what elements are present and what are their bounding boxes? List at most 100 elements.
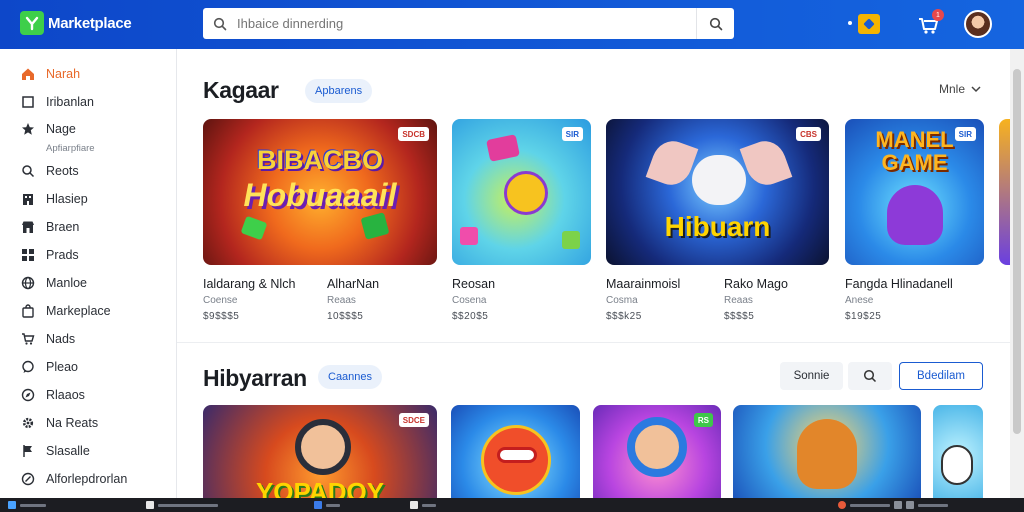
thumbnail-title: BIBACBO xyxy=(257,145,383,175)
sidebar-item-9[interactable]: Markeplace xyxy=(20,303,111,319)
sidebar-item-label: Nads xyxy=(46,332,76,346)
store-icon xyxy=(20,219,36,235)
sidebar: Narah Iribanlan Nage Apfiarpfiare Reots … xyxy=(0,49,177,498)
card-subtitle: Cosma xyxy=(606,295,638,306)
scrollbar[interactable] xyxy=(1010,49,1024,498)
card-title: Reosan xyxy=(452,277,496,291)
character-ear xyxy=(739,135,793,191)
sidebar-item-label: Iribanlan xyxy=(46,95,94,109)
user-avatar[interactable] xyxy=(964,10,992,38)
search-icon xyxy=(20,163,36,179)
thumbnail-subtitle: GAME xyxy=(881,150,948,175)
sidebar-item-10[interactable]: Nads xyxy=(20,331,75,347)
windows-icon xyxy=(8,501,16,509)
taskbar-app[interactable] xyxy=(314,501,340,509)
taskbar-app[interactable] xyxy=(410,501,436,509)
decor-block xyxy=(486,134,520,162)
notification-badge: 1 xyxy=(932,9,944,21)
sidebar-item-label: Nage xyxy=(46,122,76,136)
system-tray[interactable] xyxy=(838,501,948,509)
card-tag: CBS xyxy=(796,127,821,141)
os-taskbar xyxy=(0,498,1024,512)
card-tag: SIR xyxy=(561,127,583,141)
secondary-button[interactable]: Sonnie xyxy=(780,362,843,390)
square-icon xyxy=(20,94,36,110)
sidebar-item-label: Braen xyxy=(46,220,80,234)
search-button[interactable] xyxy=(696,8,734,39)
top-navigation-bar: Marketplace 1 xyxy=(0,0,1024,49)
sidebar-item-8[interactable]: Manloe xyxy=(20,275,87,291)
sidebar-item-3[interactable]: Nage xyxy=(20,121,76,137)
tray-label xyxy=(850,503,890,507)
sidebar-item-label: Alforlepdrorlan xyxy=(46,472,128,486)
section-title: Kagaar xyxy=(203,77,279,103)
sidebar-item-label: Slasalle xyxy=(46,444,90,458)
app-icon xyxy=(146,501,154,509)
taskbar-app[interactable] xyxy=(146,501,218,509)
character-figure xyxy=(692,155,746,205)
sidebar-item-11[interactable]: Pleao xyxy=(20,359,78,375)
app-logo[interactable]: Marketplace xyxy=(20,11,132,35)
bag-icon xyxy=(20,303,36,319)
thumbnail-title: Hibuarn xyxy=(664,211,771,242)
character-figure xyxy=(887,185,943,245)
more-dropdown[interactable]: Mnle xyxy=(939,82,981,96)
card-price: $9$$$5 xyxy=(203,311,240,322)
card-title: AlharNan xyxy=(327,277,380,291)
card-subtitle: Anese xyxy=(845,295,874,306)
character-figure xyxy=(941,445,973,485)
card-price: $$$$5 xyxy=(724,311,755,322)
game-thumbnail xyxy=(933,405,983,498)
sidebar-item-14[interactable]: Slasalle xyxy=(20,443,90,459)
scrollbar-thumb[interactable] xyxy=(1013,69,1021,434)
primary-button[interactable]: Bdedilam xyxy=(899,362,983,390)
sidebar-item-6[interactable]: Braen xyxy=(20,219,79,235)
chevron-down-icon xyxy=(971,82,981,96)
sidebar-item-home[interactable]: Narah xyxy=(20,66,80,82)
start-button[interactable] xyxy=(8,501,46,509)
cart-icon[interactable]: 1 xyxy=(916,9,944,36)
game-thumbnail: SIR xyxy=(452,119,591,265)
sidebar-item-12[interactable]: Rlaaos xyxy=(20,387,85,403)
sidebar-item-5[interactable]: Hlasiep xyxy=(20,191,88,207)
game-thumbnail: YOPADOY SDCE xyxy=(203,405,437,498)
main-content: Kagaar Apbarens Mnle BIBACBO Hobuaaail S… xyxy=(177,49,1010,498)
card-title: Maarainmoisl xyxy=(606,277,681,291)
help-icon xyxy=(20,471,36,487)
section-chip[interactable]: Apbarens xyxy=(305,79,373,103)
compass-icon xyxy=(20,387,36,403)
sidebar-item-4[interactable]: Reots xyxy=(20,163,79,179)
globe-icon xyxy=(20,275,36,291)
sidebar-item-15[interactable]: Alforlepdrorlan xyxy=(20,471,127,487)
search-input[interactable] xyxy=(237,16,696,31)
card-price: $$20$5 xyxy=(452,311,489,322)
game-thumbnail: MANEL GAME SIR xyxy=(845,119,984,265)
clock-label xyxy=(918,503,948,507)
sidebar-item-13[interactable]: Na Reats xyxy=(20,415,98,431)
section-title: Hibyarran xyxy=(203,365,307,391)
app-icon xyxy=(410,501,418,509)
tray-icon xyxy=(838,501,846,509)
card-subtitle: Coense xyxy=(203,295,238,306)
search-button[interactable] xyxy=(848,362,892,390)
sidebar-item-label: Manloe xyxy=(46,276,87,290)
sidebar-item-sublabel: Apfiarpfiare xyxy=(46,143,95,154)
section-chip[interactable]: Caannes xyxy=(318,365,383,389)
character-figure xyxy=(627,417,687,477)
sidebar-item-2[interactable]: Iribanlan xyxy=(20,94,94,110)
sidebar-item-label: Narah xyxy=(46,67,81,81)
sidebar-item-label: Hlasiep xyxy=(46,192,88,206)
section-divider xyxy=(177,342,1010,343)
building-icon xyxy=(20,191,36,207)
card-title: Rako Mago xyxy=(724,277,788,291)
sidebar-item-label: Markeplace xyxy=(46,304,111,318)
sidebar-item-label: Reots xyxy=(46,164,79,178)
grid-icon xyxy=(20,247,36,263)
character-figure xyxy=(797,419,857,489)
chat-icon xyxy=(20,359,36,375)
wallet-icon[interactable] xyxy=(844,12,880,36)
card-price: $19$25 xyxy=(845,311,882,322)
sidebar-item-7[interactable]: Prads xyxy=(20,247,79,263)
character-figure xyxy=(504,171,548,215)
card-price: 10$$$5 xyxy=(327,311,364,322)
